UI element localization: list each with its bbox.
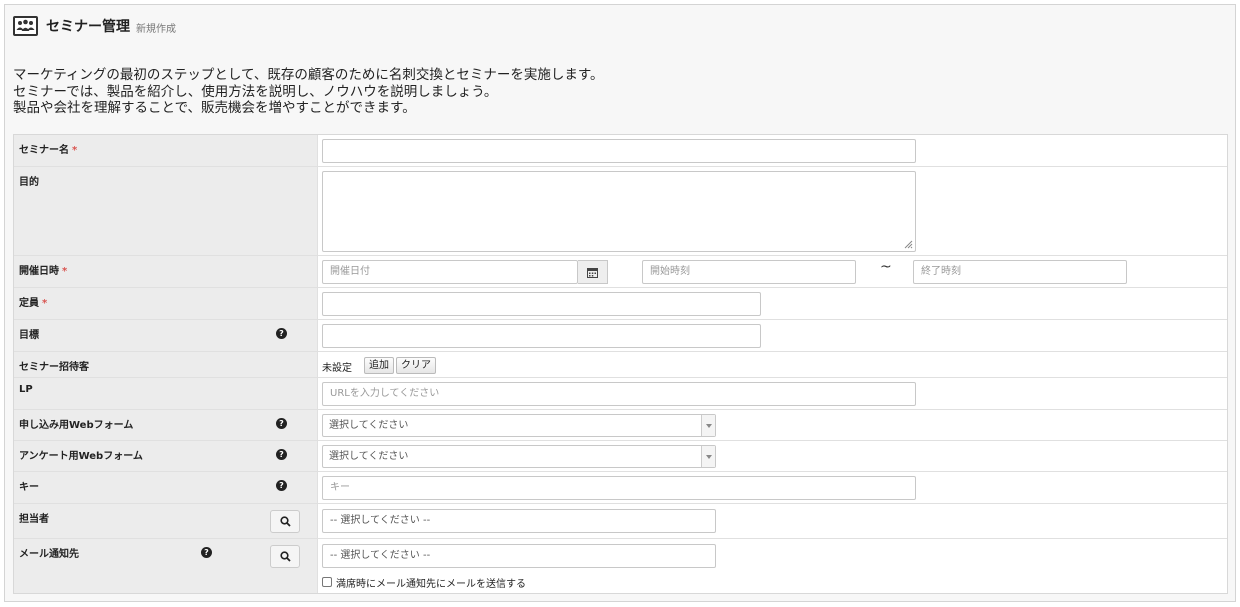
page-description: マーケティングの最初のステップとして、既存の顧客のために名刺交換とセミナーを実施… — [13, 67, 604, 117]
seminar-form: セミナー名 * 目的 開催日時 * 開催日付 開始時刻 ~ 終了時刻 定員 * … — [13, 134, 1228, 594]
row-lp: LP URLを入力してください — [14, 378, 1227, 410]
owner-input[interactable]: -- 選択してください -- — [322, 509, 716, 533]
start-time-input[interactable]: 開始時刻 — [642, 260, 856, 284]
apply-form-select[interactable]: 選択してください — [322, 414, 716, 437]
chevron-down-icon — [701, 446, 715, 467]
survey-form-select[interactable]: 選択してください — [322, 445, 716, 468]
mail-notify-search-button[interactable] — [270, 545, 300, 568]
capacity-input[interactable] — [322, 292, 761, 316]
field-label: メール通知先 — [19, 549, 79, 560]
row-owner: 担当者 -- 選択してください -- — [14, 504, 1227, 539]
row-datetime: 開催日時 * 開催日付 開始時刻 ~ 終了時刻 — [14, 256, 1227, 288]
row-survey-form: アンケート用Webフォーム ? 選択してください — [14, 441, 1227, 472]
goal-input[interactable] — [322, 324, 761, 348]
help-icon[interactable]: ? — [201, 547, 212, 558]
help-icon[interactable]: ? — [276, 418, 287, 429]
field-label: 定員 — [19, 298, 39, 309]
field-label: 目標 — [19, 330, 39, 341]
required-mark: * — [72, 145, 78, 156]
search-icon — [280, 516, 291, 527]
page-subtitle: 新規作成 — [136, 24, 176, 35]
search-icon — [280, 551, 291, 562]
field-label: 担当者 — [19, 514, 49, 525]
row-seminar-name: セミナー名 * — [14, 135, 1227, 167]
field-label: セミナー招待客 — [19, 362, 89, 373]
field-label: 目的 — [19, 177, 39, 188]
calendar-button[interactable] — [578, 260, 608, 284]
calendar-icon — [587, 268, 598, 278]
time-range-separator: ~ — [880, 259, 892, 275]
field-label: 申し込み用Webフォーム — [19, 420, 134, 431]
resize-grip-icon[interactable] — [904, 240, 913, 249]
required-mark: * — [42, 298, 48, 309]
seminar-people-icon — [13, 16, 38, 36]
required-mark: * — [62, 266, 68, 277]
purpose-textarea[interactable] — [322, 171, 916, 252]
field-label: アンケート用Webフォーム — [19, 451, 143, 462]
full-notify-checkbox-label[interactable]: 満席時にメール通知先にメールを送信する — [336, 575, 526, 590]
full-notify-checkbox[interactable] — [322, 577, 332, 587]
description-line: 製品や会社を理解することで、販売機会を増やすことができます。 — [13, 100, 416, 116]
field-label: キー — [19, 482, 39, 493]
field-label: 開催日時 — [19, 266, 59, 277]
row-mail-notify: メール通知先 ? -- 選択してください -- 満席時にメール通知先にメールを送… — [14, 539, 1227, 593]
help-icon[interactable]: ? — [276, 328, 287, 339]
key-input[interactable]: キー — [322, 476, 916, 500]
field-label: LP — [19, 384, 33, 395]
row-invitees: セミナー招待客 未設定 追加 クリア — [14, 352, 1227, 378]
row-capacity: 定員 * — [14, 288, 1227, 320]
description-line: マーケティングの最初のステップとして、既存の顧客のために名刺交換とセミナーを実施… — [13, 67, 604, 83]
row-goal: 目標 ? — [14, 320, 1227, 352]
mail-notify-input[interactable]: -- 選択してください -- — [322, 544, 716, 568]
select-value: 選択してください — [329, 451, 409, 462]
date-input[interactable]: 開催日付 — [322, 260, 578, 284]
seminar-form-panel: セミナー管理 新規作成 マーケティングの最初のステップとして、既存の顧客のために… — [4, 4, 1236, 602]
page-title: セミナー管理 — [46, 19, 130, 35]
lp-url-input[interactable]: URLを入力してください — [322, 382, 916, 406]
add-invitee-button[interactable]: 追加 — [364, 357, 394, 374]
page-header: セミナー管理 新規作成 — [13, 15, 176, 37]
end-time-input[interactable]: 終了時刻 — [913, 260, 1127, 284]
field-label: セミナー名 — [19, 145, 69, 156]
invitees-status: 未設定 — [322, 363, 352, 374]
help-icon[interactable]: ? — [276, 449, 287, 460]
help-icon[interactable]: ? — [276, 480, 287, 491]
seminar-name-input[interactable] — [322, 139, 916, 163]
description-line: セミナーでは、製品を紹介し、使用方法を説明し、ノウハウを説明しましょう。 — [13, 83, 498, 100]
clear-invitees-button[interactable]: クリア — [396, 357, 436, 374]
row-key: キー ? キー — [14, 472, 1227, 504]
row-apply-form: 申し込み用Webフォーム ? 選択してください — [14, 410, 1227, 441]
select-value: 選択してください — [329, 420, 409, 431]
row-purpose: 目的 — [14, 167, 1227, 256]
chevron-down-icon — [701, 415, 715, 436]
owner-search-button[interactable] — [270, 510, 300, 533]
